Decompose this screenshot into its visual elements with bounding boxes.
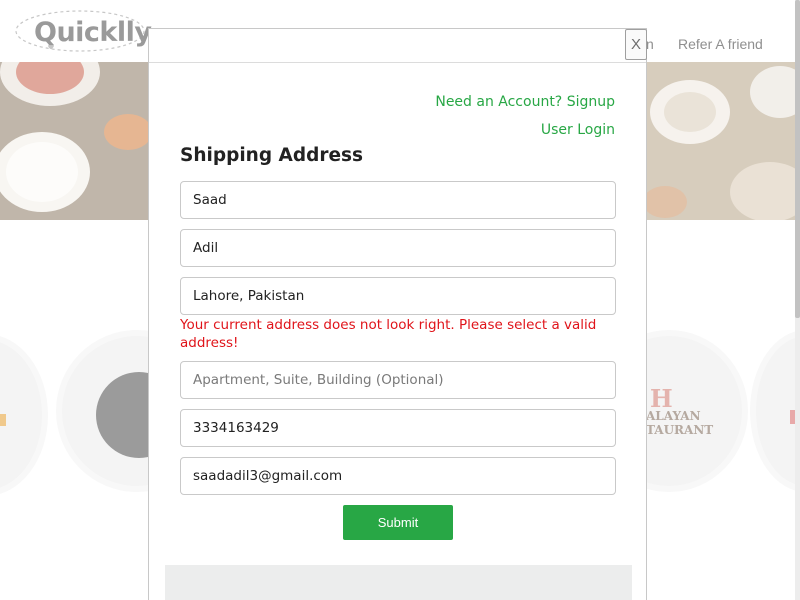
- logo-text: Quicklly: [34, 17, 152, 48]
- phone-field[interactable]: [180, 409, 616, 447]
- page: Quicklly n Refer A friend H ALAYAN TAURA…: [0, 0, 800, 600]
- last-name-field[interactable]: [180, 229, 616, 267]
- email-field[interactable]: [180, 457, 616, 495]
- address-field[interactable]: [180, 277, 616, 315]
- restaurant-logo-circle-left[interactable]: [0, 340, 42, 490]
- restaurant-logo-accent-left: [0, 414, 6, 426]
- modal-footer-panel: [165, 565, 632, 600]
- page-scrollbar-thumb[interactable]: [795, 0, 800, 318]
- nav-link-refer-a-friend[interactable]: Refer A friend: [678, 36, 763, 52]
- nav-link-partial[interactable]: n: [646, 36, 654, 52]
- first-name-field[interactable]: [180, 181, 616, 219]
- close-button[interactable]: X: [625, 29, 647, 60]
- apartment-field[interactable]: [180, 361, 616, 399]
- shipping-address-heading: Shipping Address: [180, 145, 364, 166]
- user-login-link[interactable]: User Login: [541, 122, 615, 138]
- shipping-address-modal: X Need an Account? Signup User Login Shi…: [148, 28, 647, 600]
- modal-top-bar: [149, 29, 646, 63]
- himalayan-logo-line2: TAURANT: [646, 423, 714, 437]
- submit-button[interactable]: Submit: [343, 505, 453, 540]
- quicklly-logo[interactable]: Quicklly: [14, 8, 152, 54]
- himalayan-logo-line1: ALAYAN: [646, 409, 701, 423]
- signup-link[interactable]: Need an Account? Signup: [435, 94, 615, 110]
- address-error-message: Your current address does not look right…: [180, 317, 597, 351]
